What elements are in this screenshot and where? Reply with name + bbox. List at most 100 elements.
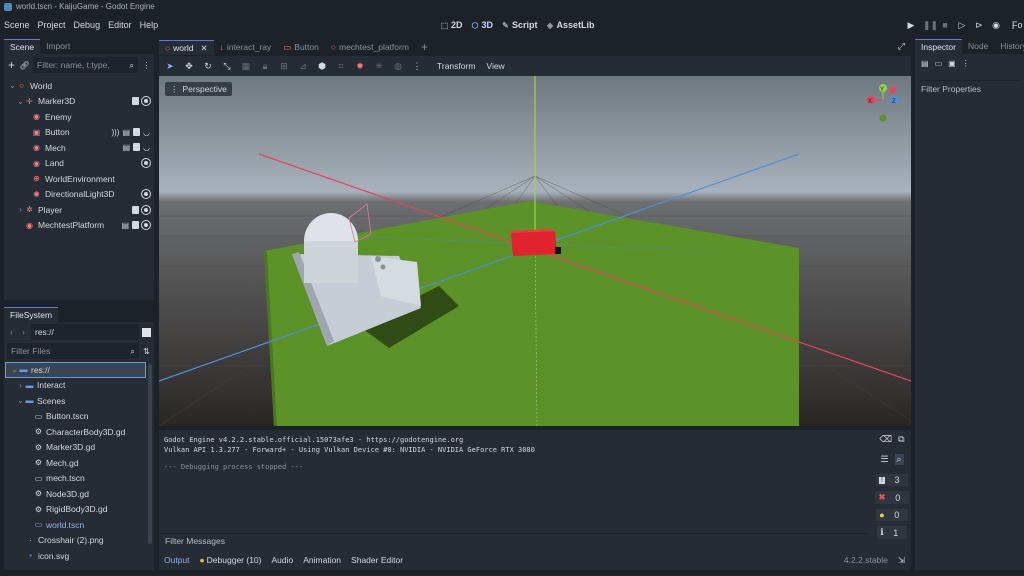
collapse-arrow-icon[interactable]: ⌄ — [16, 97, 25, 106]
filter-messages-input[interactable]: Filter Messages — [160, 533, 868, 548]
menu-editor[interactable]: Editor — [104, 20, 136, 30]
tab-output[interactable]: Output — [164, 555, 190, 565]
tab-inspector[interactable]: Inspector — [915, 39, 962, 54]
scale-tool-icon[interactable]: ⤡ — [222, 61, 232, 72]
sun-preview-icon[interactable]: ✹ — [355, 61, 365, 72]
snap-icon[interactable]: ⌗ — [336, 61, 346, 72]
menu-scene[interactable]: Scene — [0, 20, 34, 30]
selectable-tool-icon[interactable]: ▦ — [241, 61, 251, 72]
play-scene-icon[interactable]: ▷ — [957, 20, 967, 30]
script-icon[interactable] — [132, 220, 139, 229]
tab-node[interactable]: Node — [962, 39, 994, 54]
transform-menu[interactable]: Transform — [437, 61, 475, 71]
more-icon[interactable]: ⋮ — [412, 61, 422, 72]
move-tool-icon[interactable]: ✥ — [184, 61, 194, 72]
perspective-menu[interactable]: ⋮ Perspective — [165, 82, 232, 96]
file-row-button-tscn[interactable]: ▭ Button.tscn — [4, 409, 154, 425]
expand-arrow-icon[interactable]: › — [16, 381, 25, 390]
tab-button[interactable]: ▭ Button — [277, 40, 325, 55]
messages-toggle[interactable]: ! 3 — [876, 474, 908, 486]
add-node-icon[interactable]: + — [7, 58, 16, 72]
collapse-arrow-icon[interactable]: ⌄ — [8, 81, 17, 90]
tab-mechtest-platform[interactable]: ○ mechtest_platform — [325, 40, 415, 55]
script-icon[interactable] — [133, 127, 141, 136]
select-tool-icon[interactable]: ➤ — [165, 61, 175, 72]
mode-assetlib-button[interactable]: ◈ AssetLib — [546, 20, 595, 30]
movie-maker-icon[interactable]: ◉ — [991, 20, 1001, 30]
visibility-icon[interactable] — [142, 97, 150, 106]
tab-filesystem[interactable]: FileSystem — [4, 307, 59, 322]
tab-animation[interactable]: Animation — [303, 555, 341, 565]
instance-open-icon[interactable]: ▤ — [122, 128, 130, 137]
filesystem-scrollbar[interactable] — [148, 364, 152, 544]
visibility-icon[interactable] — [142, 220, 150, 229]
tab-shader-editor[interactable]: Shader Editor — [351, 555, 403, 565]
path-field[interactable]: res:// — [31, 324, 139, 340]
tree-row-directionallight3d[interactable]: ✺ DirectionalLight3D — [4, 187, 154, 203]
close-icon[interactable]: ✕ — [200, 41, 207, 56]
ruler-icon[interactable]: ⊿ — [298, 61, 308, 72]
visibility-icon[interactable] — [142, 159, 150, 168]
tab-debugger[interactable]: ● Debugger (10) — [200, 555, 262, 565]
collapse-arrow-icon[interactable]: ⌄ — [16, 396, 25, 405]
save-resource-icon[interactable]: ▣ — [948, 59, 956, 69]
distraction-free-icon[interactable]: ⤢ — [898, 41, 911, 55]
tree-row-button[interactable]: ▣ Button ))) ▤ ◡ — [4, 125, 154, 141]
errors-toggle[interactable]: ✖ 0 — [875, 491, 909, 504]
info-toggle[interactable]: ℹ1 — [877, 526, 907, 539]
3d-viewport[interactable]: Y X Z ⋮ Perspective — [159, 76, 911, 426]
file-row-crosshair-png[interactable]: · Crosshair (2).png — [4, 533, 154, 549]
scene-filter-input[interactable]: Filter: name, t:type, ⌕ — [33, 57, 138, 73]
tree-row-land[interactable]: ◉ Land — [4, 156, 154, 172]
tab-interact-ray[interactable]: ↓ interact_ray — [214, 40, 278, 55]
file-row-mech-tscn[interactable]: ▭ mech.tscn — [4, 471, 154, 487]
mode-script-button[interactable]: ✎ Script — [501, 20, 537, 30]
tree-row-world[interactable]: ⌄ ○ World — [4, 78, 154, 94]
file-row-mech-gd[interactable]: ⚙ Mech.gd — [4, 455, 154, 471]
play-icon[interactable]: ▶ — [906, 20, 916, 30]
stop-icon[interactable]: ■ — [940, 20, 950, 30]
tree-row-player[interactable]: › ✲ Player — [4, 202, 154, 218]
file-row-node3d-gd[interactable]: ⚙ Node3D.gd — [4, 486, 154, 502]
pin-panel-icon[interactable]: ⇲ — [898, 555, 905, 566]
clear-output-icon[interactable]: ⌫ — [879, 434, 892, 445]
menu-debug[interactable]: Debug — [70, 20, 105, 30]
warnings-toggle[interactable]: ● 0 — [876, 509, 908, 521]
copy-icon[interactable]: ⧉ — [898, 434, 904, 445]
tree-row-mech[interactable]: ◉ Mech ▤ ◡ — [4, 140, 154, 156]
forward-icon[interactable]: › — [19, 328, 28, 337]
add-tab-icon[interactable]: + — [415, 40, 434, 55]
mode-3d-button[interactable]: ⬡ 3D — [471, 20, 494, 30]
file-row-rigidbody3d-gd[interactable]: ⚙ RigidBody3D.gd — [4, 502, 154, 518]
scene-menu-icon[interactable]: ⋮ — [142, 61, 151, 70]
tree-row-marker3d[interactable]: ⌄ ✛ Marker3D — [4, 94, 154, 110]
tree-row-enemy[interactable]: ◉ Enemy — [4, 109, 154, 125]
instance-open-icon[interactable]: ▤ — [122, 143, 130, 152]
tab-import[interactable]: Import — [40, 39, 76, 54]
lock-icon[interactable]: 🔒︎ — [260, 61, 270, 72]
menu-help[interactable]: Help — [136, 20, 163, 30]
tab-world[interactable]: ○ world ✕ — [159, 40, 214, 55]
menu-project[interactable]: Project — [34, 20, 70, 30]
collapse-arrow-icon[interactable]: ⌄ — [10, 365, 19, 374]
script-icon[interactable] — [133, 143, 141, 152]
rotate-tool-icon[interactable]: ↻ — [203, 61, 213, 72]
tree-row-mechtestplatform[interactable]: ◉ MechtestPlatform ▤ — [4, 218, 154, 234]
back-icon[interactable]: ‹ — [7, 328, 16, 337]
file-row-scenes[interactable]: ⌄ ▬ Scenes — [4, 393, 154, 409]
file-row-world-tscn[interactable]: ▭ world.tscn — [4, 517, 154, 533]
file-row-marker3d-gd[interactable]: ⚙ Marker3D.gd — [4, 440, 154, 456]
expand-arrow-icon[interactable]: › — [16, 205, 25, 214]
instance-open-icon[interactable]: ▤ — [121, 221, 129, 230]
hidden-icon[interactable]: ◡ — [143, 128, 150, 137]
tab-audio[interactable]: Audio — [271, 555, 293, 565]
play-custom-icon[interactable]: ⊳ — [974, 20, 984, 30]
file-row-characterbody3d-gd[interactable]: ⚙ CharacterBody3D.gd — [4, 424, 154, 440]
mode-2d-button[interactable]: ⬚ 2D — [440, 20, 463, 30]
script-icon[interactable] — [132, 97, 139, 106]
signal-icon[interactable]: ))) — [111, 128, 119, 137]
filter-properties-input[interactable]: Filter Properties — [919, 80, 1020, 94]
open-resource-icon[interactable]: ▭ — [935, 59, 943, 69]
local-space-icon[interactable]: ⬢ — [317, 61, 327, 72]
filesystem-filter-input[interactable]: Filter Files ⌕ — [7, 343, 139, 359]
